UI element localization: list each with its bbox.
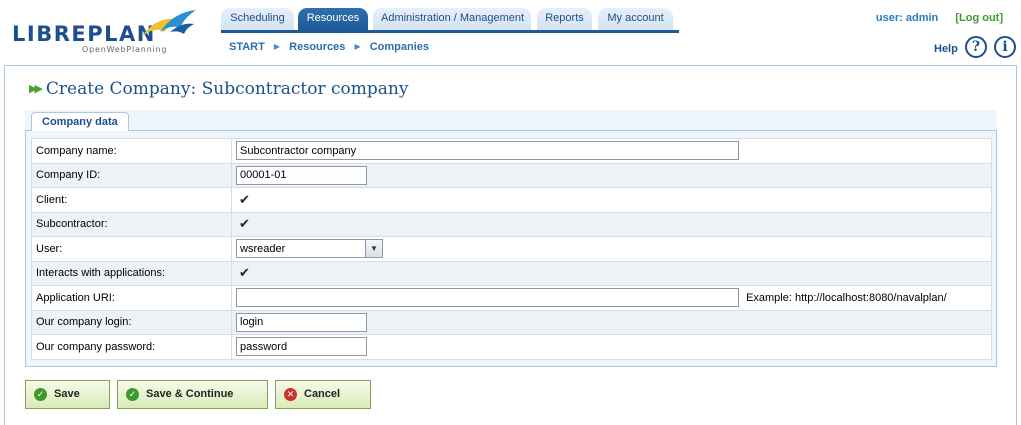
app-uri-label: Application URI:: [31, 285, 232, 311]
breadcrumb-arrow-icon: ▶: [273, 42, 281, 51]
app-uri-example: Example: http://localhost:8080/navalplan…: [746, 291, 947, 304]
save-continue-label: Save & Continue: [146, 388, 234, 400]
save-continue-button[interactable]: ✓ Save & Continue: [117, 380, 268, 409]
form-row: Interacts with applications: ✔: [31, 260, 992, 286]
question-mark-icon[interactable]: ?: [965, 36, 987, 58]
logo-subtitle: OpenWebPlanning: [82, 45, 168, 54]
user-combo-input[interactable]: [236, 239, 366, 259]
cancel-label: Cancel: [304, 388, 341, 400]
bird-logo-icon: [142, 10, 196, 36]
page-title: ▶▶ Create Company: Subcontractor company: [29, 79, 408, 99]
interacts-label: Interacts with applications:: [31, 260, 232, 286]
user-combobox[interactable]: ▼: [236, 239, 383, 259]
company-name-input[interactable]: [236, 141, 739, 161]
check-icon: ✓: [126, 388, 139, 401]
tab-my-account[interactable]: My account: [598, 8, 673, 30]
logo-text: LIBREPLAN: [12, 22, 156, 46]
cancel-icon: ✕: [284, 388, 297, 401]
company-name-label: Company name:: [31, 138, 232, 164]
breadcrumb-start[interactable]: START: [229, 41, 265, 53]
dropdown-arrow-icon[interactable]: ▼: [365, 239, 383, 259]
double-arrow-icon: ▶▶: [29, 82, 43, 95]
company-form: Company name: Company ID: Client: ✔ Subc…: [31, 138, 992, 360]
save-button[interactable]: ✓ Save: [25, 380, 110, 409]
tab-company-data[interactable]: Company data: [31, 112, 129, 132]
user-label: user: admin: [875, 12, 939, 24]
company-data-panel: Company name: Company ID: Client: ✔ Subc…: [25, 131, 997, 367]
form-row: User: ▼: [31, 236, 992, 262]
breadcrumb-companies[interactable]: Companies: [370, 41, 429, 53]
login-input[interactable]: [236, 312, 367, 332]
cancel-button[interactable]: ✕ Cancel: [275, 380, 371, 409]
app-uri-input[interactable]: [236, 288, 739, 308]
client-label: Client:: [31, 187, 232, 213]
login-label: Our company login:: [31, 309, 232, 335]
form-row: Company name:: [31, 138, 992, 164]
tab-resources[interactable]: Resources: [298, 8, 368, 30]
form-row: Company ID:: [31, 162, 992, 188]
app-header: LIBREPLAN OpenWebPlanning Scheduling Res…: [0, 0, 1021, 64]
breadcrumb: START ▶ Resources ▶ Companies: [229, 41, 429, 53]
password-label: Our company password:: [31, 334, 232, 360]
save-label: Save: [54, 388, 80, 400]
breadcrumb-resources[interactable]: Resources: [289, 41, 345, 53]
interacts-checkbox[interactable]: ✔: [239, 266, 250, 279]
breadcrumb-arrow-icon: ▶: [354, 42, 361, 51]
password-input[interactable]: [236, 337, 367, 357]
tab-bar-underline: [221, 30, 679, 33]
form-row: Subcontractor: ✔: [31, 211, 992, 237]
form-row: Application URI: Example: http://localho…: [31, 285, 992, 311]
page-title-text: Create Company: Subcontractor company: [45, 79, 409, 99]
user-info: user: admin [Log out]: [876, 12, 1003, 24]
check-icon: ✓: [34, 388, 47, 401]
tab-scheduling[interactable]: Scheduling: [221, 8, 294, 30]
user-field-label: User:: [31, 236, 232, 262]
form-row: Our company login:: [31, 309, 992, 335]
subcontractor-checkbox[interactable]: ✔: [239, 217, 250, 230]
company-id-label: Company ID:: [31, 162, 232, 188]
subcontractor-label: Subcontractor:: [31, 211, 232, 237]
client-checkbox[interactable]: ✔: [239, 193, 250, 206]
form-row: Client: ✔: [31, 187, 992, 213]
tab-administration-management[interactable]: Administration / Management: [373, 8, 531, 30]
libreplan-logo[interactable]: LIBREPLAN OpenWebPlanning: [12, 6, 212, 56]
help-link[interactable]: Help: [934, 43, 958, 55]
form-row: Our company password:: [31, 334, 992, 360]
info-icon[interactable]: i: [994, 36, 1016, 58]
tab-reports[interactable]: Reports: [537, 8, 592, 30]
logout-link[interactable]: [Log out]: [955, 12, 1003, 24]
panel-tabbar: Company data: [25, 110, 997, 132]
company-id-input[interactable]: [236, 165, 367, 185]
